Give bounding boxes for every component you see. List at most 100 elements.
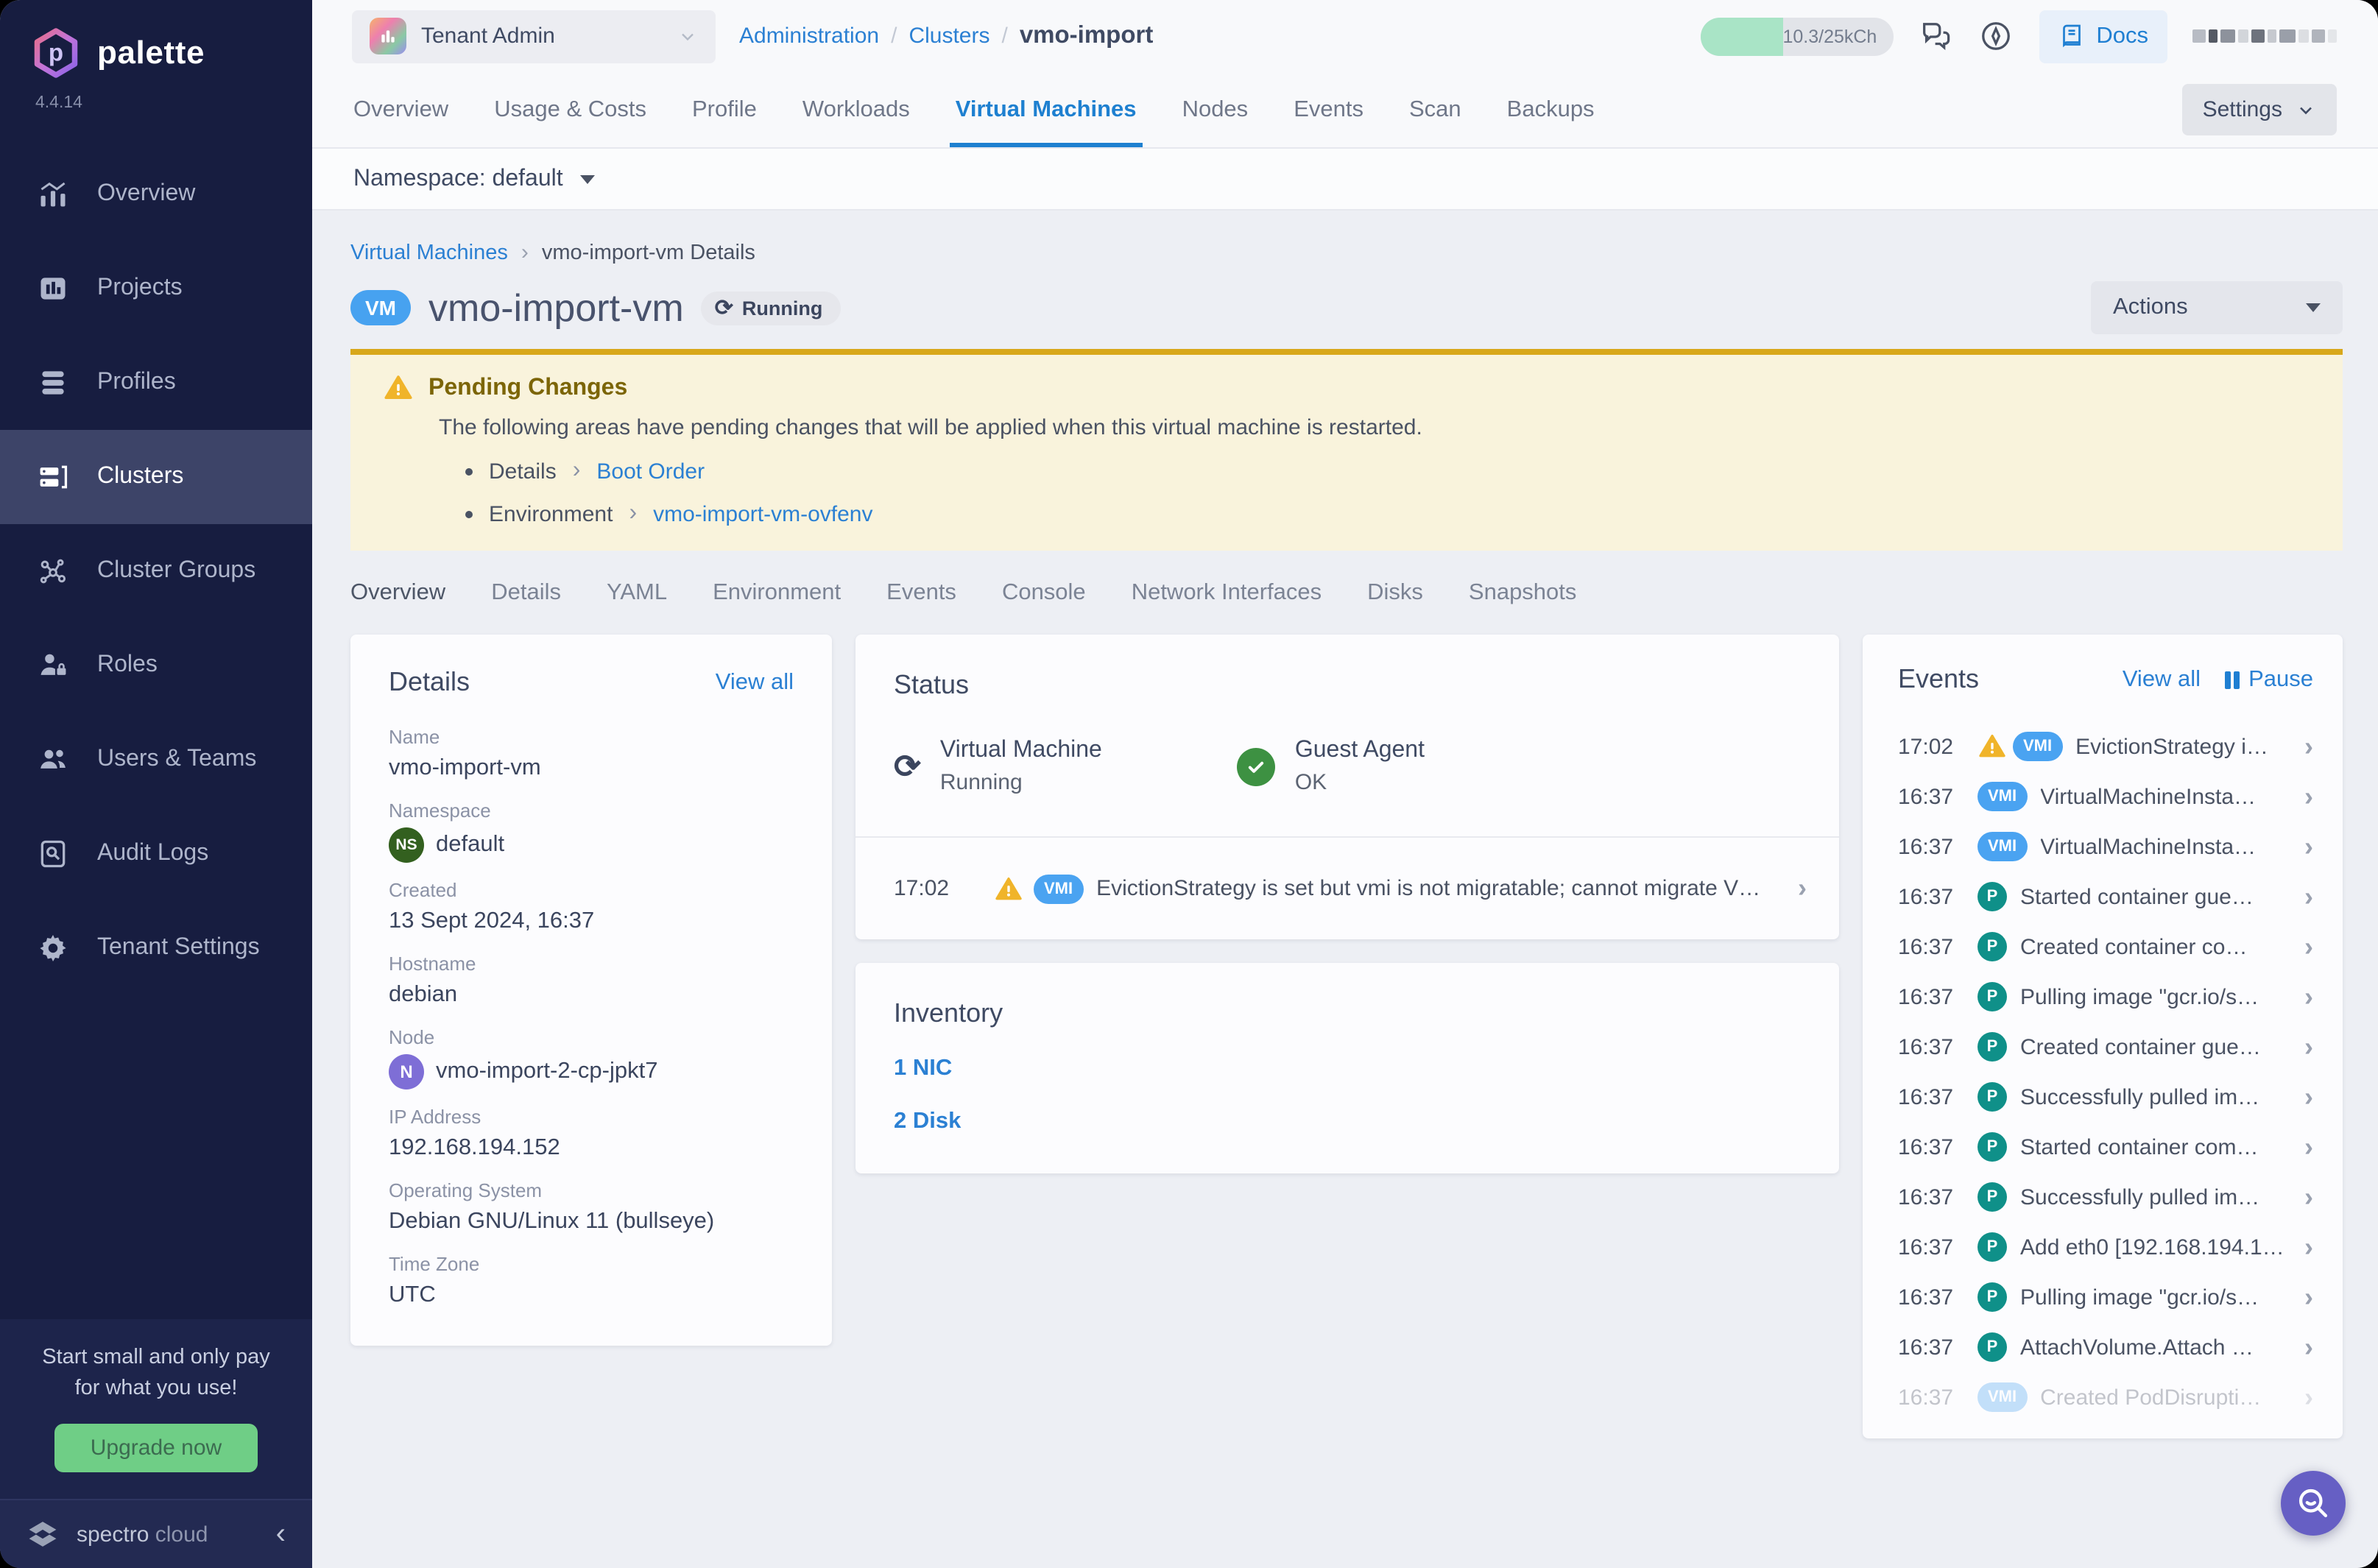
event-row[interactable]: 17:02 VMI EvictionStrategy i… › (1898, 721, 2313, 771)
events-pause-button[interactable]: Pause (2224, 666, 2313, 693)
usage-meter: 10.3/25kCh (1700, 17, 1893, 55)
subtab-disks[interactable]: Disks (1367, 580, 1423, 607)
pending-change-link[interactable]: vmo-import-vm-ovfenv (653, 501, 872, 526)
pending-changes-title: Pending Changes (428, 375, 627, 401)
events-view-all-link[interactable]: View all (2123, 666, 2201, 693)
sidebar-item-label: Projects (97, 275, 183, 302)
event-source-badge: P (1977, 882, 2007, 911)
sidebar-item-tenant-settings[interactable]: Tenant Settings (0, 901, 312, 995)
vm-details-content: Virtual Machines › vmo-import-vm Details… (312, 211, 2378, 1568)
tab-profile[interactable]: Profile (692, 72, 757, 147)
search-fab-button[interactable] (2281, 1471, 2346, 1536)
actions-dropdown-button[interactable]: Actions (2091, 281, 2343, 334)
breadcrumb-current: vmo-import (1020, 22, 1154, 50)
event-row[interactable]: 16:37 P Pulling image "gcr.io/s… › (1898, 1272, 2313, 1322)
sidebar-item-label: Overview (97, 181, 195, 208)
docs-button-label: Docs (2096, 23, 2148, 49)
events-list: 17:02 VMI EvictionStrategy i… › (1898, 721, 2313, 1422)
details-view-all-link[interactable]: View all (716, 669, 794, 696)
docs-button[interactable]: Docs (2039, 10, 2167, 63)
event-text: Pulling image "gcr.io/s… (2020, 984, 2293, 1009)
subtab-yaml[interactable]: YAML (607, 580, 667, 607)
tab-workloads[interactable]: Workloads (802, 72, 910, 147)
sidebar-item-audit-logs[interactable]: Audit Logs (0, 807, 312, 901)
subtab-details[interactable]: Details (491, 580, 561, 607)
sidebar-item-overview[interactable]: Overview (0, 147, 312, 241)
event-row[interactable]: 16:37 P Started container com… › (1898, 1122, 2313, 1172)
tab-usage-costs[interactable]: Usage & Costs (494, 72, 646, 147)
vm-breadcrumb-current: vmo-import-vm Details (542, 241, 755, 264)
caret-down-icon (2306, 303, 2321, 312)
event-text: Started container gue… (2020, 884, 2293, 909)
status-alert-row[interactable]: 17:02 VMI EvictionStrategy is set but vm… (855, 838, 1839, 939)
subtab-console[interactable]: Console (1002, 580, 1086, 607)
detail-field: Time Zone UTC (389, 1251, 794, 1310)
event-row[interactable]: 16:37 VMI Created PodDisrupti… › (1898, 1372, 2313, 1422)
chevron-right-icon: › (2304, 1182, 2313, 1212)
subtab-environment[interactable]: Environment (713, 580, 841, 607)
warning-icon (383, 372, 414, 403)
roles-person-lock-icon (35, 648, 71, 683)
event-row[interactable]: 16:37 P Successfully pulled im… › (1898, 1072, 2313, 1122)
sidebar-item-label: Cluster Groups (97, 558, 255, 585)
pending-change-area: Environment (489, 501, 613, 526)
warning-icon (994, 874, 1023, 903)
sidebar-collapse-icon[interactable]: ‹ (276, 1519, 286, 1549)
event-row[interactable]: 16:37 P AttachVolume.Attach … › (1898, 1322, 2313, 1372)
tab-virtual-machines[interactable]: Virtual Machines (956, 72, 1137, 147)
event-source-badge: P (1977, 1232, 2007, 1262)
tab-nodes[interactable]: Nodes (1182, 72, 1249, 147)
sidebar-item-cluster-groups[interactable]: Cluster Groups (0, 524, 312, 618)
settings-button[interactable]: Settings (2182, 84, 2337, 135)
subtab-events[interactable]: Events (886, 580, 956, 607)
upgrade-now-button[interactable]: Upgrade now (55, 1424, 257, 1472)
tab-scan[interactable]: Scan (1409, 72, 1461, 147)
namespace-caret-icon[interactable] (581, 174, 596, 183)
vm-kind-badge: VM (350, 290, 411, 325)
subtab-network-interfaces[interactable]: Network Interfaces (1132, 580, 1322, 607)
event-row[interactable]: 16:37 P Created container gue… › (1898, 1022, 2313, 1072)
event-row[interactable]: 16:37 P Add eth0 [192.168.194.15… › (1898, 1222, 2313, 1272)
sidebar-item-roles[interactable]: Roles (0, 618, 312, 713)
event-row[interactable]: 16:37 VMI VirtualMachineInsta… › (1898, 822, 2313, 872)
topbar-actions: 10.3/25kCh Docs (1700, 10, 2349, 63)
tab-backups[interactable]: Backups (1507, 72, 1595, 147)
event-time: 16:37 (1898, 934, 1977, 959)
inventory-disk-link[interactable]: 2 Disk (894, 1109, 1801, 1135)
event-row[interactable]: 16:37 P Successfully pulled im… › (1898, 1172, 2313, 1222)
warning-icon (1977, 732, 2007, 761)
event-row[interactable]: 16:37 P Pulling image "gcr.io/s… › (1898, 972, 2313, 1022)
event-row[interactable]: 16:37 P Started container gue… › (1898, 872, 2313, 922)
events-card: Events View all Pause 17:02 (1863, 635, 2343, 1438)
sidebar-footer: spectro cloud ‹ (0, 1499, 312, 1568)
chevron-right-icon: › (2304, 781, 2313, 812)
subtab-snapshots[interactable]: Snapshots (1469, 580, 1577, 607)
event-time: 16:37 (1898, 1034, 1977, 1059)
breadcrumb-clusters[interactable]: Clusters (908, 24, 989, 49)
tab-overview[interactable]: Overview (353, 72, 448, 147)
sidebar-item-profiles[interactable]: Profiles (0, 336, 312, 430)
event-text: Successfully pulled im… (2020, 1084, 2293, 1109)
check-circle-icon (1238, 747, 1276, 785)
subtab-overview[interactable]: Overview (350, 580, 445, 607)
redacted-user-info[interactable] (2192, 20, 2349, 52)
sidebar-menu: Overview Projects Profiles Clusters (0, 147, 312, 995)
event-row[interactable]: 16:37 P Created container co… › (1898, 922, 2313, 972)
tab-events[interactable]: Events (1294, 72, 1363, 147)
event-row[interactable]: 16:37 VMI VirtualMachineInsta… › (1898, 771, 2313, 822)
tenant-selector[interactable]: Tenant Admin (352, 10, 716, 63)
vm-breadcrumb-link[interactable]: Virtual Machines (350, 241, 508, 264)
compass-icon[interactable] (1978, 18, 2014, 54)
event-text: VirtualMachineInsta… (2040, 784, 2293, 809)
sidebar-item-clusters[interactable]: Clusters (0, 430, 312, 524)
breadcrumb: Administration / Clusters / vmo-import (739, 22, 1153, 50)
vm-name-title: vmo-import-vm (428, 285, 684, 331)
chat-icon[interactable] (1918, 18, 1953, 54)
breadcrumb-administration[interactable]: Administration (739, 24, 879, 49)
inventory-nic-link[interactable]: 1 NIC (894, 1056, 1801, 1082)
inventory-card: Inventory 1 NIC 2 Disk (855, 963, 1839, 1173)
pending-changes-description: The following areas have pending changes… (439, 415, 2313, 440)
pending-change-link[interactable]: Boot Order (596, 459, 705, 484)
sidebar-item-projects[interactable]: Projects (0, 241, 312, 336)
sidebar-item-users-teams[interactable]: Users & Teams (0, 713, 312, 807)
